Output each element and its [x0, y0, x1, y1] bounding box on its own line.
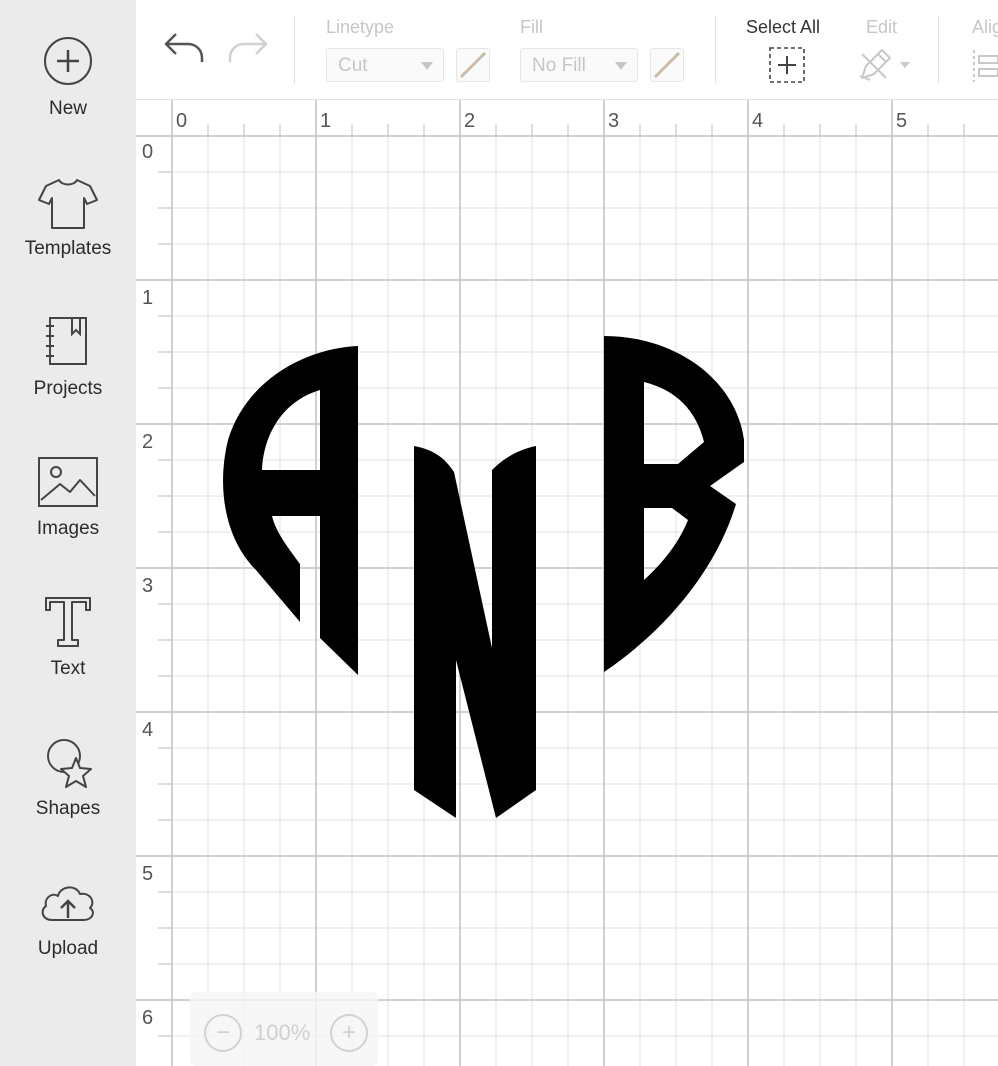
ruler-y-label: 6: [142, 1007, 153, 1029]
fill-select[interactable]: No Fill: [520, 48, 638, 82]
linetype-color-swatch[interactable]: [456, 48, 490, 82]
ruler-horizontal: [136, 100, 998, 136]
edit-label: Edit: [866, 17, 898, 37]
monogram-letter-a[interactable]: [223, 346, 358, 675]
ruler-x-label: 5: [896, 110, 907, 132]
sidebar-item-images[interactable]: Images: [0, 420, 136, 560]
select-all-label: Select All: [746, 17, 821, 37]
monogram-letter-n[interactable]: [414, 446, 536, 818]
notebook-icon: [36, 316, 100, 372]
ruler-y-label: 2: [142, 431, 153, 453]
ruler-y-label: 0: [142, 141, 153, 163]
shapes-icon: [36, 736, 100, 792]
select-all-icon: [769, 47, 805, 83]
sidebar-item-templates[interactable]: Templates: [0, 140, 136, 280]
monogram-design[interactable]: [223, 336, 744, 818]
ruler-x-label: 1: [320, 110, 331, 132]
sidebar-item-label: Upload: [37, 938, 99, 959]
linetype-label: Linetype: [326, 17, 395, 37]
grid-major-lines: [136, 100, 998, 1066]
align-label: Alig: [972, 17, 998, 37]
sidebar-item-label: Templates: [24, 238, 112, 259]
redo-button[interactable]: [226, 28, 270, 68]
ruler-y-label: 1: [142, 287, 153, 309]
image-icon: [36, 456, 100, 512]
sidebar-item-text[interactable]: Text: [0, 560, 136, 700]
sidebar: New Templates Projects Images Text Shape…: [0, 0, 136, 1066]
ruler-y-label: 3: [142, 575, 153, 597]
sidebar-item-label: Shapes: [35, 798, 101, 819]
chevron-down-icon: [615, 62, 627, 70]
toolbar: Linetype Cut Fill No Fill Select All Edi…: [136, 0, 998, 100]
linetype-value: Cut: [338, 55, 368, 76]
monogram-letter-b[interactable]: [604, 336, 744, 672]
ruler-x-label: 3: [608, 110, 619, 132]
sidebar-item-label: Projects: [33, 378, 103, 399]
edit-button[interactable]: Edit: [852, 14, 918, 86]
sidebar-item-upload[interactable]: Upload: [0, 840, 136, 980]
swatch-slash-icon: [653, 51, 681, 79]
cloud-upload-icon: [36, 876, 100, 932]
sidebar-item-shapes[interactable]: Shapes: [0, 700, 136, 840]
fill-color-swatch[interactable]: [650, 48, 684, 82]
zoom-in-button[interactable]: +: [330, 1014, 368, 1052]
tshirt-icon: [36, 176, 100, 232]
toolbar-divider: [294, 16, 295, 84]
plus-circle-icon: [36, 36, 100, 92]
undo-button[interactable]: [162, 28, 206, 68]
linetype-select[interactable]: Cut: [326, 48, 444, 82]
redo-icon: [228, 33, 268, 62]
ruler-x-label: 0: [176, 110, 187, 132]
sidebar-item-label: Text: [50, 658, 86, 679]
plus-icon: +: [341, 1019, 356, 1046]
sidebar-item-projects[interactable]: Projects: [0, 280, 136, 420]
swatch-slash-icon: [459, 51, 487, 79]
toolbar-divider: [715, 16, 716, 84]
fill-value: No Fill: [532, 55, 586, 76]
zoom-level: 100%: [254, 1020, 311, 1045]
sidebar-item-label: New: [48, 98, 87, 119]
select-all-button[interactable]: Select All: [740, 14, 838, 86]
toolbar-divider: [938, 16, 939, 84]
align-button[interactable]: [972, 50, 998, 82]
sidebar-item-new[interactable]: New: [0, 0, 136, 140]
minus-icon: −: [215, 1019, 230, 1046]
ruler-y-label: 4: [142, 719, 153, 741]
ruler-x-label: 2: [464, 110, 475, 132]
chevron-down-icon: [421, 62, 433, 70]
zoom-control: − 100% +: [190, 992, 378, 1066]
ruler-x-label: 4: [752, 110, 763, 132]
align-icon: [973, 50, 998, 82]
text-t-icon: [36, 596, 100, 652]
sidebar-item-label: Images: [36, 518, 100, 539]
canvas-grid: 0 1 2 3 4 5 0 1 2 3 4 5 6: [136, 100, 998, 1066]
undo-icon: [164, 33, 204, 62]
zoom-out-button[interactable]: −: [204, 1014, 242, 1052]
fill-label: Fill: [520, 17, 543, 37]
design-canvas[interactable]: 0 1 2 3 4 5 0 1 2 3 4 5 6: [136, 100, 998, 1066]
edit-pencil-icon: [859, 49, 910, 81]
ruler-y-label: 5: [142, 863, 153, 885]
